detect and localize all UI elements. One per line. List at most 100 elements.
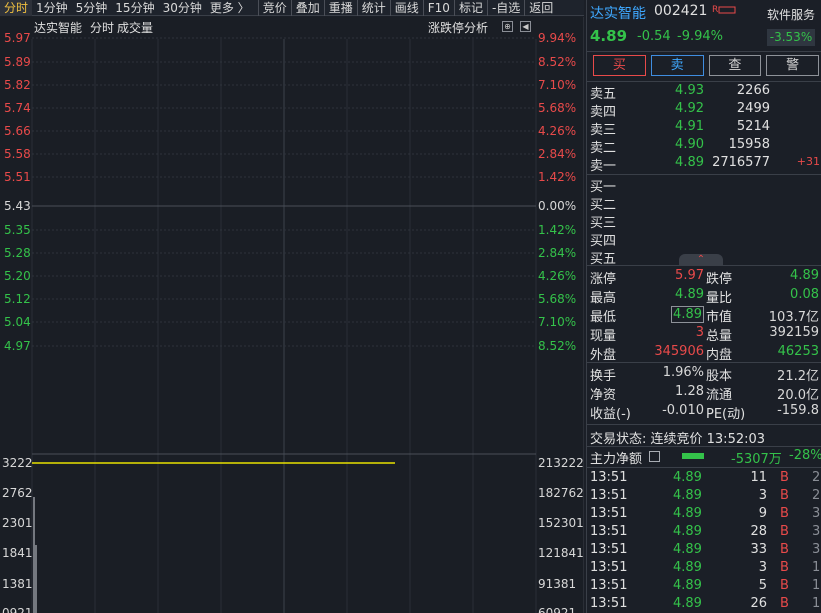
draw-button[interactable]: 画线 [389, 0, 423, 16]
ask-row[interactable]: 卖五 4.93 2266 [587, 83, 821, 102]
ask-label: 卖一 [590, 159, 617, 174]
stat-value: 1.96% [662, 365, 704, 380]
price-axis-label: 5.28 [4, 246, 31, 260]
main-force-value: -5307万 [731, 452, 782, 467]
stat-label: 市值 [706, 310, 733, 325]
trade-price: 4.89 [673, 560, 702, 575]
tab-30min[interactable]: 30分钟 [159, 0, 206, 16]
trade-row: 13:51 4.89 26 B 1 [587, 596, 821, 613]
volume-axis-label: 2301 [2, 516, 33, 530]
query-button[interactable]: 查 [708, 55, 762, 76]
stat-label: 现量 [590, 329, 617, 344]
ask-price: 4.89 [675, 155, 704, 170]
main-force-icon[interactable] [649, 451, 660, 462]
stat-value: 20.0亿 [777, 388, 819, 403]
trade-row: 13:51 4.89 11 B 2 [587, 470, 821, 488]
trade-side: B [780, 524, 789, 539]
price-axis-label: 5.51 [4, 170, 31, 184]
bid-label: 买一 [590, 180, 617, 195]
stat-value: 103.7亿 [768, 310, 819, 325]
pct-axis-label: 7.10% [538, 315, 577, 329]
bid-row[interactable]: 买一 [587, 176, 821, 195]
buy-button[interactable]: 买 [593, 55, 646, 76]
f10-button[interactable]: F10 [422, 0, 454, 16]
stat-value: 392159 [769, 325, 819, 340]
intraday-chart[interactable]: 达实智能 分时 成交量 涨跌停分析 ⊕ ◀ 5.97 5.89 5.82 5.74 5.66… [0, 17, 584, 613]
ask-row[interactable]: 卖四 4.92 2499 [587, 101, 821, 120]
bid-row[interactable]: 买四 [587, 230, 821, 249]
sell-button[interactable]: 卖 [650, 55, 704, 76]
trade-row: 13:51 4.89 3 B 2 [587, 488, 821, 506]
quote-header: 达实智能 002421 R 软件服务 4.89 -0.54 -9.94% -3.… [587, 0, 821, 52]
price-change-pct: -9.94% [677, 29, 723, 44]
stat-label: 收益(-) [590, 407, 631, 422]
ask-label: 卖五 [590, 87, 617, 102]
pct-axis-label: 5.68% [538, 101, 577, 115]
chart-settings-icon[interactable]: ⊕ [502, 21, 513, 32]
alert-button[interactable]: 警 [766, 55, 819, 76]
stat-label: 最低 [590, 310, 617, 325]
ask-row[interactable]: 卖二 4.90 15958 [587, 137, 821, 156]
trade-count: 2 [812, 488, 821, 503]
ask-label: 卖三 [590, 123, 617, 138]
ask-label: 卖二 [590, 141, 617, 156]
tab-1min[interactable]: 1分钟 [32, 0, 72, 16]
tab-15min[interactable]: 15分钟 [111, 0, 158, 16]
pct-axis-label: 0.00% [538, 199, 577, 213]
tab-fenshi[interactable]: 分时 [0, 0, 33, 16]
stat-label: 总量 [706, 329, 733, 344]
bid-row[interactable]: 买三 [587, 212, 821, 231]
trade-price: 4.89 [673, 596, 702, 611]
bid-row[interactable]: 买二 [587, 194, 821, 213]
trade-time: 13:51 [590, 488, 628, 503]
tab-more[interactable]: 更多 〉 [206, 0, 254, 16]
ask-row[interactable]: 卖三 4.91 5214 [587, 119, 821, 138]
volume-axis-label: 121841 [538, 546, 584, 560]
chart-collapse-icon[interactable]: ◀ [520, 21, 531, 32]
trade-time: 13:51 [590, 470, 628, 485]
remove-watchlist-button[interactable]: -自选 [486, 0, 524, 16]
trade-volume: 33 [750, 542, 767, 557]
stat-label: 股本 [706, 369, 733, 384]
pct-axis-label: 8.52% [538, 55, 577, 69]
ask-volume: 5214 [736, 119, 770, 134]
volume-axis-label: 182762 [538, 486, 584, 500]
pct-axis-label: 8.52% [538, 339, 577, 353]
trade-volume: 28 [750, 524, 767, 539]
mark-button[interactable]: 标记 [453, 0, 487, 16]
trade-row: 13:51 4.89 28 B 3 [587, 524, 821, 542]
trade-time: 13:51 [590, 524, 628, 539]
trade-count: 3 [812, 542, 821, 557]
volume-axis-label: 1381 [2, 577, 33, 591]
pct-axis-label: 4.26% [538, 269, 577, 283]
stat-label: 流通 [706, 388, 733, 403]
auction-button[interactable]: 竞价 [257, 0, 291, 16]
stats-button[interactable]: 统计 [356, 0, 390, 16]
price-axis-label: 5.82 [4, 78, 31, 92]
stat-value: -0.010 [662, 403, 704, 418]
replay-button[interactable]: 重播 [323, 0, 357, 16]
industry-name[interactable]: 软件服务 [767, 6, 815, 23]
price-axis-label: 5.43 [4, 199, 31, 213]
volume-axis-label: 2762 [2, 486, 33, 500]
ask-price: 4.90 [675, 137, 704, 152]
ask-delta: +31 [796, 155, 820, 168]
trade-volume: 11 [750, 470, 767, 485]
industry-change-pct: -3.53% [767, 29, 815, 46]
tab-5min[interactable]: 5分钟 [72, 0, 112, 16]
volume-axis-label: 1841 [2, 546, 33, 560]
trade-volume: 26 [750, 596, 767, 611]
ask-price: 4.92 [675, 101, 704, 116]
stock-name[interactable]: 达实智能 [590, 3, 646, 23]
price-change: -0.54 [637, 29, 671, 44]
trade-buttons: 买 卖 查 警 [593, 55, 819, 77]
limit-analysis-link[interactable]: 涨跌停分析 [428, 19, 488, 36]
ask-volume: 2266 [736, 83, 770, 98]
overlay-button[interactable]: 叠加 [290, 0, 324, 16]
ask-row[interactable]: 卖一 4.89 2716577 +31 [587, 155, 821, 174]
back-button[interactable]: 返回 [524, 0, 557, 16]
trade-count: 1 [812, 596, 821, 611]
stat-value: 4.89 [790, 268, 819, 283]
trade-side: B [780, 470, 789, 485]
stat-value: -159.8 [777, 403, 819, 418]
